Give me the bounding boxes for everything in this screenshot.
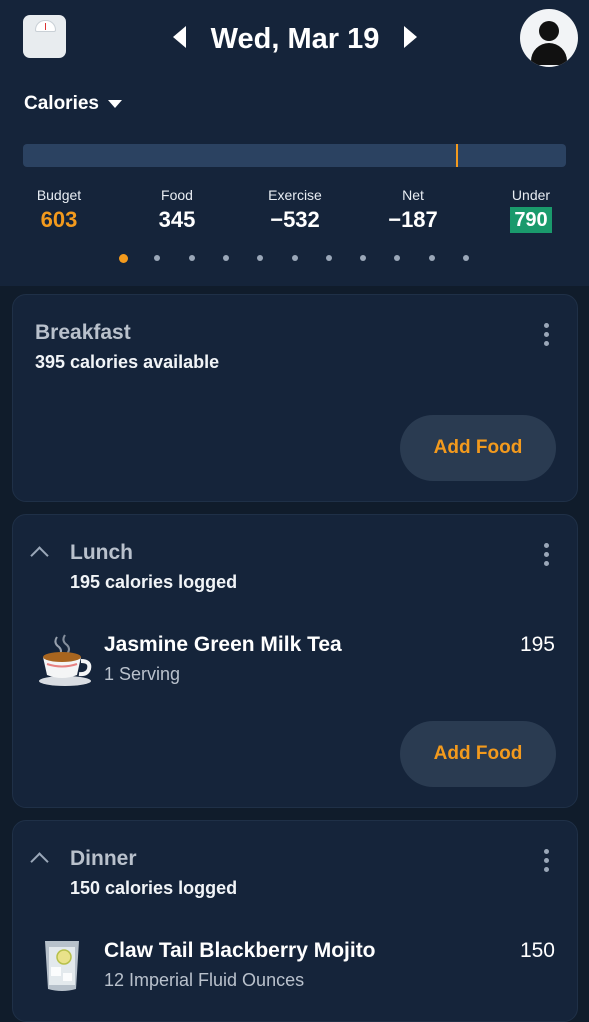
meal-card-lunch: Lunch 195 calories logged Jasmine Green …	[12, 514, 578, 808]
user-avatar-icon[interactable]	[520, 9, 578, 67]
page-dot[interactable]	[463, 255, 469, 261]
page-dot[interactable]	[326, 255, 332, 261]
page-indicator[interactable]	[0, 252, 589, 264]
stat-label: Food	[161, 187, 193, 203]
stat-value: −532	[270, 207, 320, 232]
page-dot[interactable]	[394, 255, 400, 261]
stat-label: Exercise	[268, 187, 322, 203]
top-bar: Wed, Mar 19	[0, 0, 589, 78]
tea-cup-icon	[39, 634, 92, 686]
meal-subtitle: 195 calories logged	[70, 572, 238, 592]
scale-icon[interactable]	[23, 15, 66, 58]
caret-down-icon	[107, 100, 122, 108]
meal-card-breakfast: Breakfast 395 calories available Add Foo…	[12, 294, 578, 502]
page-dot[interactable]	[360, 255, 366, 261]
calories-dropdown[interactable]: Calories	[24, 92, 122, 116]
under-badge: 790	[510, 207, 552, 233]
chevron-up-icon[interactable]	[30, 852, 49, 871]
meal-title: Breakfast	[35, 321, 131, 344]
meal-title: Dinner	[70, 847, 137, 870]
cocktail-glass-icon	[45, 941, 79, 991]
page-dot[interactable]	[223, 255, 229, 261]
food-entry[interactable]: Claw Tail Blackberry Mojito 12 Imperial …	[13, 933, 577, 1003]
food-calories: 150	[519, 939, 555, 962]
chevron-left-icon[interactable]	[173, 26, 186, 48]
date-navigator: Wed, Mar 19	[165, 16, 425, 62]
chevron-up-icon[interactable]	[30, 546, 49, 565]
page-dot[interactable]	[292, 255, 298, 261]
meal-subtitle: 395 calories available	[35, 352, 220, 372]
progress-marker	[456, 144, 458, 167]
add-food-button[interactable]: Add Food	[400, 415, 556, 481]
food-entry[interactable]: Jasmine Green Milk Tea 1 Serving 195	[13, 627, 577, 697]
stat-budget: Budget 603	[9, 186, 109, 234]
stat-food: Food 345	[127, 186, 227, 234]
chevron-right-icon[interactable]	[404, 26, 417, 48]
food-calories: 195	[519, 633, 555, 656]
stat-value: 603	[40, 207, 78, 232]
stat-label: Budget	[36, 187, 82, 203]
stat-under: Under 790	[481, 186, 581, 233]
stat-value: 345	[158, 207, 196, 232]
page-dot[interactable]	[429, 255, 435, 261]
page-dot[interactable]	[189, 255, 195, 261]
food-serving: 12 Imperial Fluid Ounces	[104, 970, 305, 990]
current-date[interactable]: Wed, Mar 19	[195, 20, 395, 58]
meal-card-dinner: Dinner 150 calories logged Claw Tail Bla…	[12, 820, 578, 1022]
stat-value: −187	[388, 207, 438, 232]
stat-label: Net	[402, 187, 424, 203]
calorie-progress-bar	[23, 144, 566, 167]
stat-net: Net −187	[363, 186, 463, 234]
page-dot[interactable]	[257, 255, 263, 261]
more-options-icon[interactable]	[544, 849, 550, 873]
meal-subtitle: 150 calories logged	[70, 878, 238, 898]
more-options-icon[interactable]	[544, 543, 550, 567]
stat-exercise: Exercise −532	[245, 186, 345, 234]
calorie-stats: Budget 603 Food 345 Exercise −532 Net −1…	[0, 186, 589, 246]
more-options-icon[interactable]	[544, 323, 550, 347]
page-dot[interactable]	[119, 254, 128, 263]
calorie-summary: Calories Budget 603 Food 345 Exercise −5…	[0, 78, 589, 286]
calories-dropdown-label: Calories	[24, 93, 99, 114]
add-food-button[interactable]: Add Food	[400, 721, 556, 787]
food-name: Jasmine Green Milk Tea	[104, 633, 342, 656]
page-dot[interactable]	[154, 255, 160, 261]
food-serving: 1 Serving	[104, 664, 181, 684]
food-name: Claw Tail Blackberry Mojito	[104, 939, 376, 962]
meal-title: Lunch	[70, 541, 133, 564]
stat-label: Under	[511, 187, 551, 203]
